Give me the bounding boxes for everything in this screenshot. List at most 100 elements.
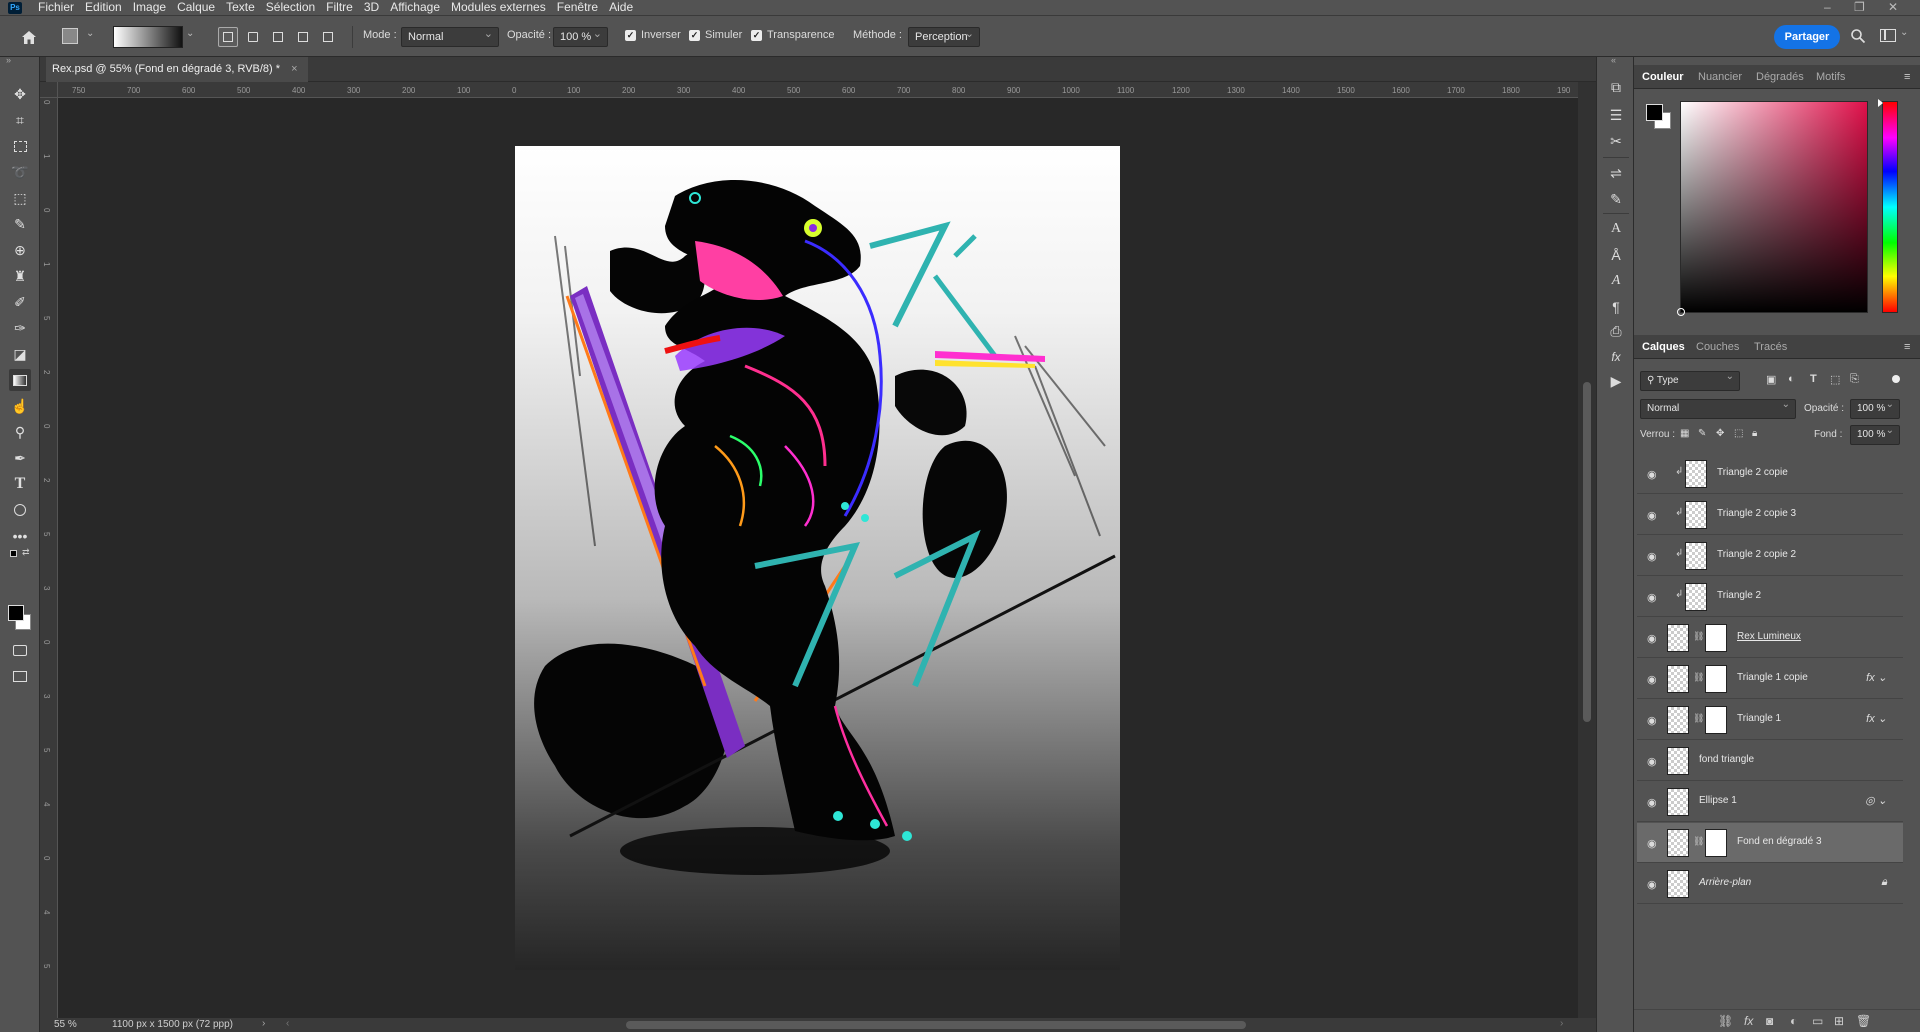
filter-pixel-icon[interactable]: ▣ bbox=[1766, 373, 1776, 386]
layer-mask-thumbnail[interactable] bbox=[1705, 706, 1727, 734]
layer-name[interactable]: Ellipse 1 bbox=[1699, 795, 1737, 806]
layer-row[interactable]: ◉ ↲ Triangle 2 copie 3 bbox=[1637, 495, 1903, 535]
history-brush-tool[interactable]: ✑ bbox=[9, 317, 31, 339]
layer-name[interactable]: Triangle 1 bbox=[1737, 713, 1781, 724]
lock-position-icon[interactable]: ✥ bbox=[1716, 428, 1724, 439]
screen-mode-button[interactable] bbox=[9, 665, 31, 687]
adjustments-panel-icon[interactable]: ☰ bbox=[1605, 105, 1627, 125]
vertical-scroll-thumb[interactable] bbox=[1583, 382, 1591, 722]
lock-pixels-icon[interactable]: ✎ bbox=[1698, 428, 1706, 439]
hue-slider[interactable] bbox=[1878, 99, 1898, 313]
artboard-image[interactable] bbox=[515, 146, 1120, 970]
home-button[interactable] bbox=[18, 27, 40, 47]
layer-thumbnail[interactable] bbox=[1685, 460, 1707, 488]
close-tab-icon[interactable]: × bbox=[291, 63, 297, 75]
layer-thumbnail[interactable] bbox=[1667, 829, 1689, 857]
shape-tool[interactable] bbox=[9, 499, 31, 521]
menu-aide[interactable]: Aide bbox=[609, 0, 633, 15]
mask-link-icon[interactable]: ⛓ bbox=[1693, 672, 1704, 683]
layer-name[interactable]: Triangle 1 copie bbox=[1737, 672, 1808, 683]
layer-thumbnail[interactable] bbox=[1685, 501, 1707, 529]
layer-row[interactable]: ◉ Ellipse 1 ◎ ⌄ bbox=[1637, 782, 1903, 822]
mask-link-icon[interactable]: ⛓ bbox=[1693, 836, 1704, 847]
crop-tool[interactable]: ⌗ bbox=[9, 109, 31, 131]
layer-row[interactable]: ◉ ↲ Triangle 2 copie 2 bbox=[1637, 536, 1903, 576]
minimize-button[interactable]: – bbox=[1824, 0, 1831, 14]
visibility-eye-icon[interactable]: ◉ bbox=[1647, 755, 1657, 768]
menu-fenetre[interactable]: Fenêtre bbox=[557, 0, 598, 15]
method-select[interactable]: Perception bbox=[908, 27, 980, 47]
menu-fichier[interactable]: Fichier bbox=[38, 0, 74, 15]
scroll-left-arrow-icon[interactable]: ‹ bbox=[286, 1018, 289, 1029]
layer-name[interactable]: Fond en dégradé 3 bbox=[1737, 836, 1822, 847]
move-tool[interactable]: ✥ bbox=[9, 83, 31, 105]
collapse-dock-icon[interactable]: « bbox=[1611, 55, 1616, 65]
zoom-level[interactable]: 55 % bbox=[54, 1019, 77, 1030]
properties-panel-icon[interactable]: ⇌ bbox=[1605, 163, 1627, 183]
tab-degrades[interactable]: Dégradés bbox=[1756, 65, 1804, 89]
filter-smart-object-icon[interactable]: ⎘ bbox=[1850, 373, 1859, 386]
filter-toggle-icon[interactable] bbox=[1892, 375, 1900, 383]
layer-thumbnail[interactable] bbox=[1685, 542, 1707, 570]
layer-fx-icon[interactable]: fx ⌄ bbox=[1866, 712, 1887, 725]
color-picker-cursor[interactable] bbox=[1677, 308, 1685, 316]
healing-tool[interactable]: ⊕ bbox=[9, 239, 31, 261]
canvas-area[interactable] bbox=[58, 98, 1578, 1018]
actions-panel-icon[interactable]: ▶ bbox=[1605, 371, 1627, 391]
menu-selection[interactable]: Sélection bbox=[266, 0, 315, 15]
layer-row[interactable]: ◉ ⛓ Triangle 1 fx ⌄ bbox=[1637, 700, 1903, 740]
layer-thumbnail[interactable] bbox=[1667, 870, 1689, 898]
workspace-icon[interactable] bbox=[1880, 29, 1896, 42]
color-picker-field[interactable] bbox=[1677, 101, 1868, 316]
object-selection-tool[interactable]: ⬚ bbox=[9, 187, 31, 209]
smart-filter-icon[interactable]: ◎ ⌄ bbox=[1865, 794, 1887, 807]
smudge-tool[interactable]: ☝ bbox=[9, 395, 31, 417]
styles-panel-icon[interactable]: fx bbox=[1605, 347, 1627, 367]
brush-settings-icon[interactable]: ✎ bbox=[1605, 189, 1627, 209]
stamp-tool[interactable]: ♜ bbox=[9, 265, 31, 287]
delete-layer-icon[interactable]: 🗑︎ bbox=[1856, 1014, 1871, 1028]
lock-artboard-icon[interactable]: ⬚ bbox=[1734, 428, 1743, 439]
dodge-tool[interactable]: ⚲ bbox=[9, 421, 31, 443]
layer-fx-icon[interactable]: fx ⌄ bbox=[1866, 671, 1887, 684]
tab-couches[interactable]: Couches bbox=[1696, 335, 1739, 359]
hue-slider-handle[interactable] bbox=[1878, 99, 1883, 107]
more-tools[interactable]: ••• bbox=[9, 525, 31, 547]
tab-traces[interactable]: Tracés bbox=[1754, 335, 1787, 359]
layer-name[interactable]: Triangle 2 copie 2 bbox=[1717, 549, 1796, 560]
lock-transparency-icon[interactable]: ▦ bbox=[1680, 428, 1689, 439]
diamond-gradient-button[interactable] bbox=[318, 27, 338, 47]
type-tool[interactable]: T bbox=[9, 473, 31, 495]
layer-mask-thumbnail[interactable] bbox=[1705, 829, 1727, 857]
filter-shape-icon[interactable]: ⬚ bbox=[1830, 373, 1840, 386]
paragraph-styles-icon[interactable]: ⎙ bbox=[1605, 321, 1627, 341]
panel-foreground-swatch[interactable] bbox=[1646, 104, 1663, 121]
share-button[interactable]: Partager bbox=[1774, 25, 1840, 49]
search-button[interactable] bbox=[1850, 28, 1866, 47]
layer-thumbnail[interactable] bbox=[1667, 788, 1689, 816]
layer-thumbnail[interactable] bbox=[1667, 624, 1689, 652]
color-panel-menu-icon[interactable]: ≡ bbox=[1904, 65, 1910, 89]
pen-tool[interactable]: ✒ bbox=[9, 447, 31, 469]
scroll-right-arrow-icon[interactable]: › bbox=[1560, 1018, 1563, 1029]
layer-thumbnail[interactable] bbox=[1667, 706, 1689, 734]
layer-thumbnail[interactable] bbox=[1667, 665, 1689, 693]
character-panel-icon[interactable]: A bbox=[1605, 219, 1627, 239]
mode-select[interactable]: Normal bbox=[401, 27, 499, 47]
restore-button[interactable]: ❐ bbox=[1854, 0, 1865, 14]
filter-type-icon[interactable]: T bbox=[1810, 373, 1817, 385]
eraser-tool[interactable]: ◪ bbox=[9, 343, 31, 365]
collapse-tools-icon[interactable]: » bbox=[6, 55, 11, 65]
tab-nuancier[interactable]: Nuancier bbox=[1698, 65, 1742, 89]
close-window-button[interactable]: ✕ bbox=[1888, 0, 1898, 14]
horizontal-scrollbar[interactable] bbox=[626, 1021, 1246, 1029]
menu-calque[interactable]: Calque bbox=[177, 0, 215, 15]
menu-texte[interactable]: Texte bbox=[226, 0, 255, 15]
lock-all-icon[interactable]: 🔒︎ bbox=[1752, 428, 1757, 439]
menu-3d[interactable]: 3D bbox=[364, 0, 379, 15]
marquee-tool[interactable] bbox=[9, 135, 31, 157]
brush-tool[interactable]: ✐ bbox=[9, 291, 31, 313]
layer-name[interactable]: fond triangle bbox=[1699, 754, 1754, 765]
layer-thumbnail[interactable] bbox=[1667, 747, 1689, 775]
menu-edition[interactable]: Edition bbox=[85, 0, 122, 15]
